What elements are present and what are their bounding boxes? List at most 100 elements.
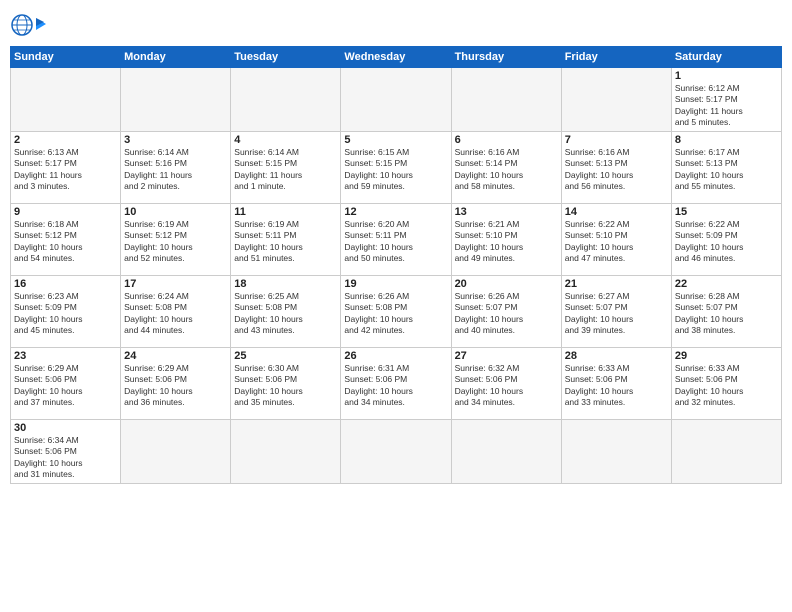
- day-info: Sunrise: 6:14 AMSunset: 5:15 PMDaylight:…: [234, 147, 337, 193]
- calendar-cell: 5Sunrise: 6:15 AMSunset: 5:15 PMDaylight…: [341, 131, 451, 203]
- weekday-header-thursday: Thursday: [451, 47, 561, 68]
- day-number: 21: [565, 278, 668, 290]
- day-number: 22: [675, 278, 778, 290]
- day-info: Sunrise: 6:12 AMSunset: 5:17 PMDaylight:…: [675, 83, 778, 129]
- day-number: 16: [14, 278, 117, 290]
- day-number: 27: [455, 350, 558, 362]
- day-number: 7: [565, 134, 668, 146]
- day-number: 5: [344, 134, 447, 146]
- day-info: Sunrise: 6:16 AMSunset: 5:13 PMDaylight:…: [565, 147, 668, 193]
- weekday-header-saturday: Saturday: [671, 47, 781, 68]
- calendar-body: 1Sunrise: 6:12 AMSunset: 5:17 PMDaylight…: [11, 68, 782, 484]
- calendar-cell: 25Sunrise: 6:30 AMSunset: 5:06 PMDayligh…: [231, 347, 341, 419]
- day-info: Sunrise: 6:24 AMSunset: 5:08 PMDaylight:…: [124, 291, 227, 337]
- day-number: 29: [675, 350, 778, 362]
- day-info: Sunrise: 6:17 AMSunset: 5:13 PMDaylight:…: [675, 147, 778, 193]
- day-info: Sunrise: 6:26 AMSunset: 5:07 PMDaylight:…: [455, 291, 558, 337]
- weekday-header-friday: Friday: [561, 47, 671, 68]
- day-info: Sunrise: 6:19 AMSunset: 5:12 PMDaylight:…: [124, 219, 227, 265]
- calendar-cell: [341, 68, 451, 132]
- day-number: 30: [14, 422, 117, 434]
- day-info: Sunrise: 6:30 AMSunset: 5:06 PMDaylight:…: [234, 363, 337, 409]
- day-info: Sunrise: 6:14 AMSunset: 5:16 PMDaylight:…: [124, 147, 227, 193]
- calendar-cell: 6Sunrise: 6:16 AMSunset: 5:14 PMDaylight…: [451, 131, 561, 203]
- day-number: 4: [234, 134, 337, 146]
- calendar-cell: 8Sunrise: 6:17 AMSunset: 5:13 PMDaylight…: [671, 131, 781, 203]
- day-number: 26: [344, 350, 447, 362]
- calendar-cell: 22Sunrise: 6:28 AMSunset: 5:07 PMDayligh…: [671, 275, 781, 347]
- calendar-week-4: 23Sunrise: 6:29 AMSunset: 5:06 PMDayligh…: [11, 347, 782, 419]
- day-number: 20: [455, 278, 558, 290]
- day-number: 10: [124, 206, 227, 218]
- day-info: Sunrise: 6:22 AMSunset: 5:09 PMDaylight:…: [675, 219, 778, 265]
- weekday-header-monday: Monday: [121, 47, 231, 68]
- logo: [10, 10, 50, 40]
- day-info: Sunrise: 6:32 AMSunset: 5:06 PMDaylight:…: [455, 363, 558, 409]
- day-number: 11: [234, 206, 337, 218]
- calendar-cell: 4Sunrise: 6:14 AMSunset: 5:15 PMDaylight…: [231, 131, 341, 203]
- day-info: Sunrise: 6:26 AMSunset: 5:08 PMDaylight:…: [344, 291, 447, 337]
- day-number: 17: [124, 278, 227, 290]
- calendar-cell: 30Sunrise: 6:34 AMSunset: 5:06 PMDayligh…: [11, 419, 121, 483]
- calendar-cell: 28Sunrise: 6:33 AMSunset: 5:06 PMDayligh…: [561, 347, 671, 419]
- day-number: 15: [675, 206, 778, 218]
- day-info: Sunrise: 6:18 AMSunset: 5:12 PMDaylight:…: [14, 219, 117, 265]
- calendar-cell: 12Sunrise: 6:20 AMSunset: 5:11 PMDayligh…: [341, 203, 451, 275]
- day-number: 1: [675, 70, 778, 82]
- logo-icon: [10, 10, 46, 40]
- day-number: 14: [565, 206, 668, 218]
- calendar-cell: 23Sunrise: 6:29 AMSunset: 5:06 PMDayligh…: [11, 347, 121, 419]
- day-info: Sunrise: 6:13 AMSunset: 5:17 PMDaylight:…: [14, 147, 117, 193]
- calendar-cell: 9Sunrise: 6:18 AMSunset: 5:12 PMDaylight…: [11, 203, 121, 275]
- calendar-cell: [121, 68, 231, 132]
- calendar-table: SundayMondayTuesdayWednesdayThursdayFrid…: [10, 46, 782, 484]
- calendar-week-1: 2Sunrise: 6:13 AMSunset: 5:17 PMDaylight…: [11, 131, 782, 203]
- calendar-cell: 19Sunrise: 6:26 AMSunset: 5:08 PMDayligh…: [341, 275, 451, 347]
- day-number: 6: [455, 134, 558, 146]
- calendar-cell: [11, 68, 121, 132]
- calendar-cell: 11Sunrise: 6:19 AMSunset: 5:11 PMDayligh…: [231, 203, 341, 275]
- day-info: Sunrise: 6:22 AMSunset: 5:10 PMDaylight:…: [565, 219, 668, 265]
- day-number: 18: [234, 278, 337, 290]
- day-number: 13: [455, 206, 558, 218]
- calendar-cell: 10Sunrise: 6:19 AMSunset: 5:12 PMDayligh…: [121, 203, 231, 275]
- day-info: Sunrise: 6:34 AMSunset: 5:06 PMDaylight:…: [14, 435, 117, 481]
- weekday-header-sunday: Sunday: [11, 47, 121, 68]
- day-info: Sunrise: 6:21 AMSunset: 5:10 PMDaylight:…: [455, 219, 558, 265]
- calendar-cell: [231, 68, 341, 132]
- calendar-header: SundayMondayTuesdayWednesdayThursdayFrid…: [11, 47, 782, 68]
- weekday-header-tuesday: Tuesday: [231, 47, 341, 68]
- day-number: 9: [14, 206, 117, 218]
- calendar-cell: [341, 419, 451, 483]
- day-number: 12: [344, 206, 447, 218]
- day-info: Sunrise: 6:20 AMSunset: 5:11 PMDaylight:…: [344, 219, 447, 265]
- day-info: Sunrise: 6:25 AMSunset: 5:08 PMDaylight:…: [234, 291, 337, 337]
- calendar-cell: 7Sunrise: 6:16 AMSunset: 5:13 PMDaylight…: [561, 131, 671, 203]
- calendar-cell: [121, 419, 231, 483]
- day-info: Sunrise: 6:15 AMSunset: 5:15 PMDaylight:…: [344, 147, 447, 193]
- day-info: Sunrise: 6:29 AMSunset: 5:06 PMDaylight:…: [14, 363, 117, 409]
- day-number: 25: [234, 350, 337, 362]
- calendar-cell: 14Sunrise: 6:22 AMSunset: 5:10 PMDayligh…: [561, 203, 671, 275]
- calendar-cell: [451, 419, 561, 483]
- day-info: Sunrise: 6:16 AMSunset: 5:14 PMDaylight:…: [455, 147, 558, 193]
- day-info: Sunrise: 6:33 AMSunset: 5:06 PMDaylight:…: [675, 363, 778, 409]
- day-info: Sunrise: 6:19 AMSunset: 5:11 PMDaylight:…: [234, 219, 337, 265]
- calendar-cell: 15Sunrise: 6:22 AMSunset: 5:09 PMDayligh…: [671, 203, 781, 275]
- day-info: Sunrise: 6:27 AMSunset: 5:07 PMDaylight:…: [565, 291, 668, 337]
- day-number: 8: [675, 134, 778, 146]
- calendar-cell: 18Sunrise: 6:25 AMSunset: 5:08 PMDayligh…: [231, 275, 341, 347]
- day-number: 2: [14, 134, 117, 146]
- calendar-week-5: 30Sunrise: 6:34 AMSunset: 5:06 PMDayligh…: [11, 419, 782, 483]
- calendar-week-2: 9Sunrise: 6:18 AMSunset: 5:12 PMDaylight…: [11, 203, 782, 275]
- calendar-cell: 26Sunrise: 6:31 AMSunset: 5:06 PMDayligh…: [341, 347, 451, 419]
- day-info: Sunrise: 6:29 AMSunset: 5:06 PMDaylight:…: [124, 363, 227, 409]
- calendar-cell: 21Sunrise: 6:27 AMSunset: 5:07 PMDayligh…: [561, 275, 671, 347]
- day-number: 3: [124, 134, 227, 146]
- calendar-cell: 16Sunrise: 6:23 AMSunset: 5:09 PMDayligh…: [11, 275, 121, 347]
- calendar-cell: 29Sunrise: 6:33 AMSunset: 5:06 PMDayligh…: [671, 347, 781, 419]
- day-info: Sunrise: 6:31 AMSunset: 5:06 PMDaylight:…: [344, 363, 447, 409]
- calendar-cell: 27Sunrise: 6:32 AMSunset: 5:06 PMDayligh…: [451, 347, 561, 419]
- header: [10, 10, 782, 40]
- calendar-week-0: 1Sunrise: 6:12 AMSunset: 5:17 PMDaylight…: [11, 68, 782, 132]
